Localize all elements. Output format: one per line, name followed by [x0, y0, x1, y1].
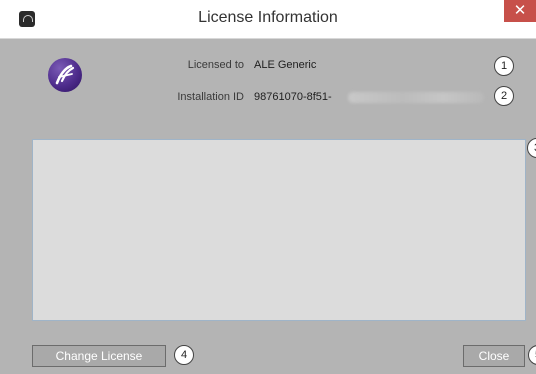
installation-id-label: Installation ID	[177, 91, 244, 103]
license-dialog: License Information ✕ Licensed to ALE Ge…	[0, 0, 536, 374]
callout-2: 2	[494, 86, 514, 106]
close-button[interactable]: Close	[463, 345, 525, 367]
callout-1: 1	[494, 56, 514, 76]
license-text-area[interactable]	[32, 139, 526, 321]
title-bar: License Information ✕	[0, 0, 536, 39]
change-license-button[interactable]: Change License	[32, 345, 166, 367]
callout-4: 4	[174, 345, 194, 365]
licensed-to-label: Licensed to	[187, 59, 244, 71]
logo-glyph-icon	[55, 64, 75, 85]
window-close-button[interactable]: ✕	[504, 0, 536, 22]
licensed-to-value: ALE Generic	[254, 59, 317, 71]
installation-id-redacted	[348, 92, 484, 103]
installation-id-value: 98761070-8f51-	[254, 91, 332, 103]
callout-5: 5	[528, 345, 536, 365]
alcatel-lucent-logo	[48, 58, 82, 92]
callout-3: 3	[527, 138, 536, 158]
window-title: License Information	[198, 9, 338, 26]
